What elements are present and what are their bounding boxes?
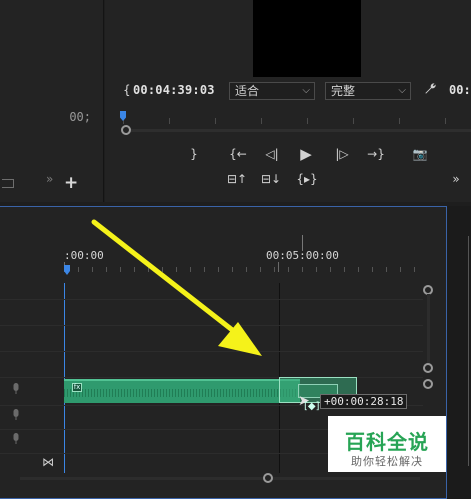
- hover-marker-line: [302, 235, 303, 251]
- audio-waveform: [64, 389, 279, 397]
- timeline-ruler[interactable]: :00:00 00:05:00:00: [64, 245, 424, 277]
- fx-badge: fx: [72, 383, 82, 392]
- transport-controls: } {← ◁| ▶ |▷ →} 📷: [105, 145, 471, 165]
- program-monitor: { 00:04:39:03 适合 ⌵ 完整 ⌵ 00: } {← ◁| ▶ |▷…: [105, 0, 471, 202]
- duration-timecode: 00:: [449, 83, 471, 97]
- monitor-zoom-track[interactable]: [131, 129, 471, 132]
- voiceover-mic-icon[interactable]: [12, 433, 20, 448]
- extract-button[interactable]: ⊟↓: [259, 170, 283, 188]
- monitor-timecode-row: { 00:04:39:03 适合 ⌵ 完整 ⌵ 00:: [105, 80, 471, 102]
- timeline-major-ticks: [64, 262, 424, 272]
- project-panel: 00; » +: [0, 0, 104, 202]
- chevron-down-icon: ⌵: [302, 85, 310, 96]
- track-divider: [0, 377, 423, 378]
- playhead-timecode[interactable]: 00:04:39:03: [133, 83, 215, 97]
- timeline-playhead[interactable]: [64, 265, 70, 275]
- lift-button[interactable]: ⊟↑: [225, 170, 249, 188]
- more-controls-icon[interactable]: »: [449, 170, 463, 188]
- watermark-subtitle: 助你轻松解决: [351, 455, 423, 468]
- audio-meter-line: [468, 236, 469, 466]
- monitor-zoom-handle[interactable]: [121, 125, 131, 135]
- track-resize-icon[interactable]: ⋈: [42, 455, 54, 469]
- in-point-bracket-icon: {: [123, 83, 131, 97]
- step-back-button[interactable]: ◁|: [261, 145, 283, 163]
- ruler-start-label: :00:00: [64, 249, 104, 262]
- zoom-fit-dropdown[interactable]: 适合 ⌵: [229, 82, 315, 100]
- video-preview: [253, 0, 361, 77]
- voiceover-mic-icon[interactable]: [12, 409, 20, 424]
- trim-edit-button[interactable]: {▸}: [295, 170, 319, 188]
- go-to-out-button[interactable]: →}: [365, 145, 387, 163]
- step-forward-button[interactable]: |▷: [331, 145, 353, 163]
- play-button[interactable]: ▶: [297, 145, 315, 163]
- playback-quality-dropdown[interactable]: 完整 ⌵: [325, 82, 411, 100]
- transport-controls-secondary: ⊟↑ ⊟↓ {▸} »: [105, 170, 471, 190]
- export-frame-camera-icon[interactable]: 📷: [411, 145, 429, 163]
- track-divider: [0, 299, 423, 300]
- mark-out-button[interactable]: }: [187, 145, 201, 163]
- list-view-icon[interactable]: [2, 179, 14, 188]
- horizontal-scrollbar[interactable]: [20, 477, 420, 480]
- drag-offset-tooltip: +00:00:28:18: [320, 394, 408, 409]
- zoom-fit-value: 适合: [235, 84, 260, 98]
- settings-wrench-icon[interactable]: [423, 82, 437, 100]
- add-item-icon[interactable]: +: [64, 173, 78, 193]
- chevron-down-icon: ⌵: [398, 85, 406, 96]
- trim-cursor-icon: [◆]: [304, 401, 320, 412]
- vertical-scroll-bottom-handle[interactable]: [423, 363, 433, 373]
- ruler-ticks: [123, 118, 471, 124]
- panel-overflow-icon[interactable]: »: [46, 172, 53, 186]
- audio-scroll-handle[interactable]: [423, 379, 433, 389]
- watermark-logo: 百科全说 助你轻松解决: [328, 416, 446, 472]
- audio-meter-panel: [447, 206, 471, 499]
- voiceover-mic-icon[interactable]: [12, 383, 20, 398]
- track-divider: [0, 325, 423, 326]
- monitor-scrub-bar[interactable]: [115, 110, 471, 136]
- watermark-title: 百科全说: [345, 430, 429, 454]
- track-divider: [0, 351, 423, 352]
- audio-clip[interactable]: fx: [64, 379, 279, 403]
- playback-quality-value: 完整: [331, 84, 356, 98]
- vertical-scrollbar[interactable]: [427, 294, 430, 370]
- project-frame-timecode: 00;: [69, 110, 91, 124]
- go-to-in-button[interactable]: {←: [227, 145, 249, 163]
- horizontal-scroll-handle[interactable]: [263, 473, 273, 483]
- playhead-line: [64, 283, 65, 473]
